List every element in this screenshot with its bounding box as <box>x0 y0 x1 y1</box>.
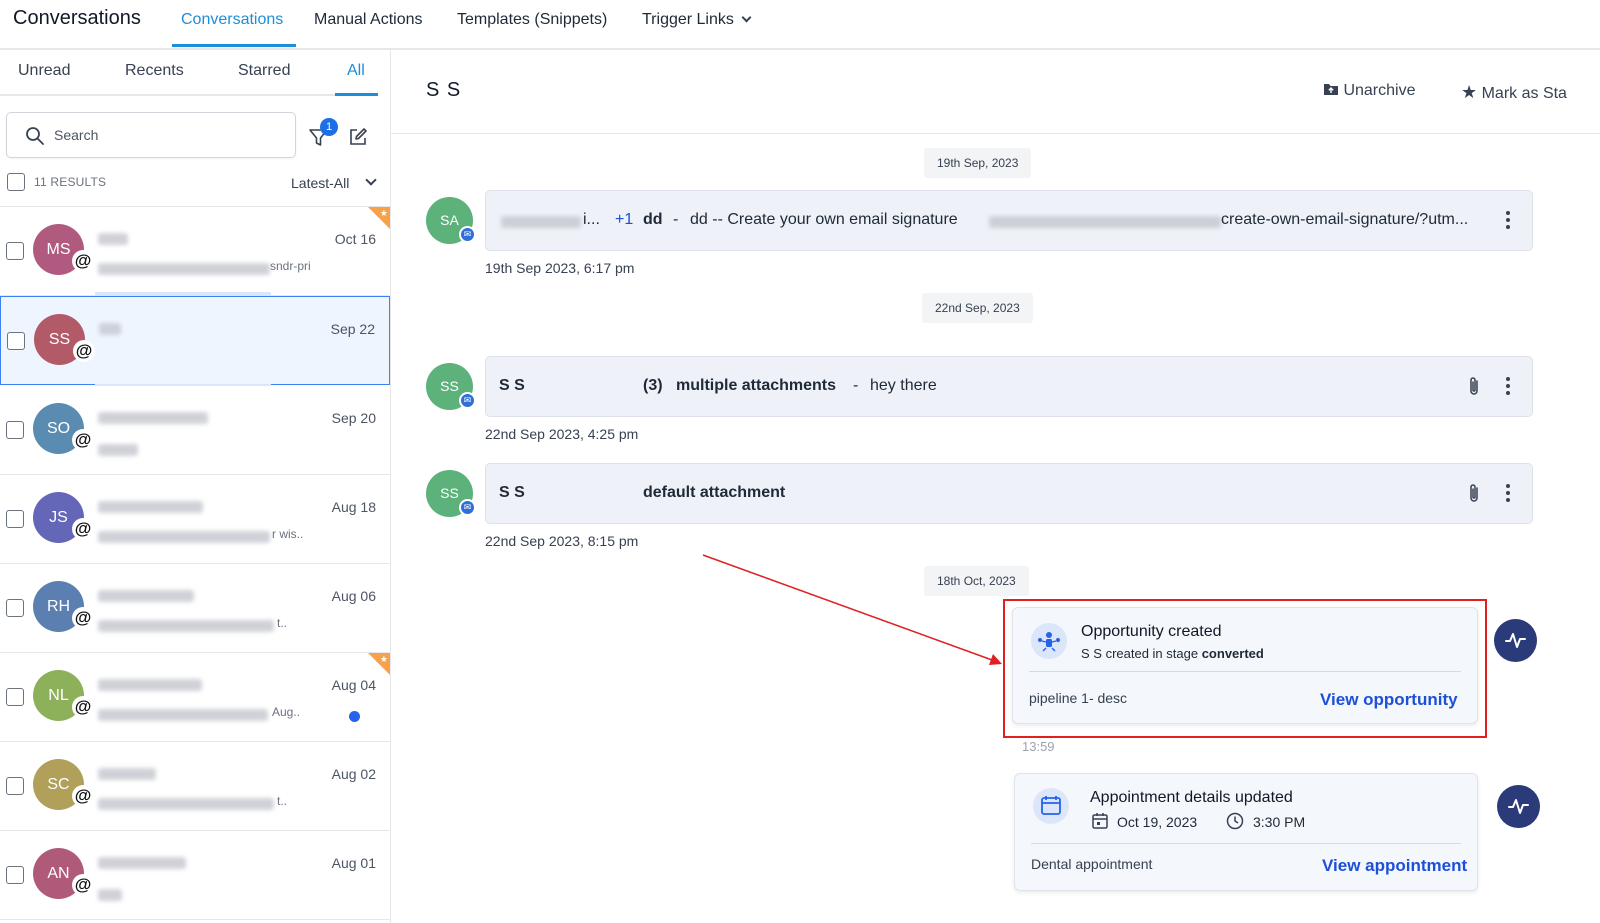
appointment-icon <box>1033 788 1069 824</box>
appointment-date: Oct 19, 2023 <box>1117 814 1198 830</box>
activity-pulse-icon <box>1505 633 1526 648</box>
annotation-highlight <box>1003 599 1487 738</box>
event-title: Appointment details updated <box>1090 789 1293 806</box>
appointment-name: Dental appointment <box>1031 856 1153 872</box>
activity-button[interactable] <box>1497 785 1540 828</box>
activity-pulse-icon <box>1508 799 1529 814</box>
activity-button[interactable] <box>1494 619 1537 662</box>
clock-icon <box>1226 812 1244 830</box>
calendar-icon <box>1041 796 1061 815</box>
view-appointment-link[interactable]: View appointment <box>1322 856 1467 876</box>
calendar-small-icon <box>1092 813 1108 829</box>
event-timestamp: 13:59 <box>1022 739 1055 754</box>
card-divider <box>1031 843 1461 844</box>
appointment-event-card: Appointment details updated Oct 19, 2023… <box>1014 773 1478 891</box>
appointment-time: 3:30 PM <box>1253 814 1306 830</box>
